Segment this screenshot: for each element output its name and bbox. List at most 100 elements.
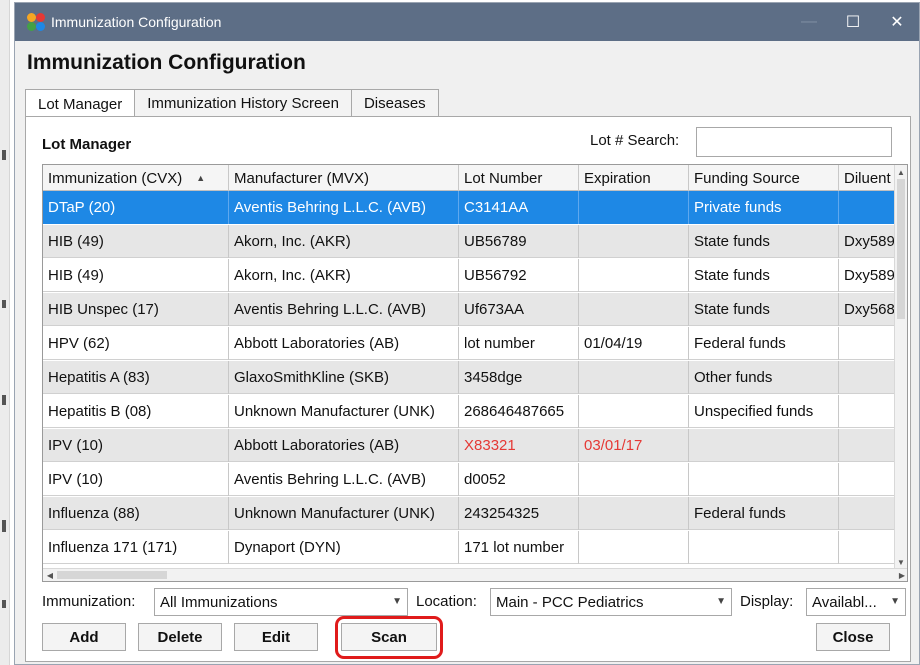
close-window-button[interactable]: ✕ xyxy=(875,3,919,41)
table-row[interactable]: DTaP (20) Aventis Behring L.L.C. (AVB) C31… xyxy=(43,191,907,224)
cell-lot-number: UB56789 xyxy=(459,225,579,258)
scroll-down-icon[interactable]: ▼ xyxy=(895,555,907,569)
cell-diluent xyxy=(839,395,895,428)
scroll-left-icon[interactable]: ◀ xyxy=(43,569,57,581)
page-title: Immunization Configuration xyxy=(27,51,306,74)
tab-immunization-history-screen[interactable]: Immunization History Screen xyxy=(134,89,352,117)
location-filter-label: Location: xyxy=(416,593,477,610)
cell-immunization: HPV (62) xyxy=(43,327,229,360)
cell-manufacturer: Abbott Laboratories (AB) xyxy=(229,429,459,462)
cell-diluent xyxy=(839,497,895,530)
cell-manufacturer: GlaxoSmithKline (SKB) xyxy=(229,361,459,394)
display-filter-select[interactable]: Availabl... ▼ xyxy=(806,588,906,616)
column-header-expiration[interactable]: Expiration xyxy=(579,165,689,191)
horizontal-scroll-thumb[interactable] xyxy=(57,571,167,579)
cell-funding-source: State funds xyxy=(689,259,839,292)
app-logo-icon xyxy=(27,13,45,31)
cell-immunization: Hepatitis A (83) xyxy=(43,361,229,394)
close-icon: ✕ xyxy=(890,14,904,31)
cell-lot-number: X83321 xyxy=(459,429,579,462)
cell-lot-number: UB56792 xyxy=(459,259,579,292)
column-header-label: Immunization (CVX) xyxy=(48,169,183,187)
tab-lot-manager[interactable]: Lot Manager xyxy=(25,89,136,118)
table-row[interactable]: HIB (49) Akorn, Inc. (AKR) UB56792 State fu… xyxy=(43,259,907,292)
cell-funding-source xyxy=(689,463,839,496)
cell-manufacturer: Dynaport (DYN) xyxy=(229,531,459,564)
close-button[interactable]: Close xyxy=(816,623,890,651)
cell-expiration xyxy=(579,497,689,530)
cell-immunization: HIB (49) xyxy=(43,259,229,292)
column-header-immunization[interactable]: Immunization (CVX) ▲ xyxy=(43,165,229,191)
table-row[interactable]: HIB Unspec (17) Aventis Behring L.L.C. (A… xyxy=(43,293,907,326)
horizontal-scrollbar[interactable]: ◀ ▶ xyxy=(43,568,907,581)
table-row[interactable]: Influenza (88) Unknown Manufacturer (UNK)… xyxy=(43,497,907,530)
scroll-right-icon[interactable]: ▶ xyxy=(895,569,907,581)
table-row[interactable]: HPV (62) Abbott Laboratories (AB) lot numb… xyxy=(43,327,907,360)
minimize-button[interactable]: — xyxy=(787,3,831,41)
cell-immunization: Influenza 171 (171) xyxy=(43,531,229,564)
table-row[interactable]: IPV (10) Aventis Behring L.L.C. (AVB) d005… xyxy=(43,463,907,496)
cell-manufacturer: Unknown Manufacturer (UNK) xyxy=(229,395,459,428)
vertical-scrollbar[interactable]: ▲ ▼ xyxy=(894,165,907,569)
add-button[interactable]: Add xyxy=(42,623,126,651)
filter-bar: Immunization: All Immunizations ▼ Locati… xyxy=(42,588,908,616)
tab-diseases[interactable]: Diseases xyxy=(350,89,439,117)
immunization-filter-select[interactable]: All Immunizations ▼ xyxy=(154,588,408,616)
title-bar[interactable]: Immunization Configuration — ☐ ✕ xyxy=(15,3,919,41)
cell-diluent xyxy=(839,463,895,496)
chevron-down-icon: ▼ xyxy=(392,596,402,607)
cell-immunization: IPV (10) xyxy=(43,429,229,462)
cell-funding-source: State funds xyxy=(689,293,839,326)
table-row[interactable]: HIB (49) Akorn, Inc. (AKR) UB56789 State fu… xyxy=(43,225,907,258)
lot-search-input[interactable] xyxy=(696,127,892,157)
cell-manufacturer: Abbott Laboratories (AB) xyxy=(229,327,459,360)
edit-button[interactable]: Edit xyxy=(234,623,318,651)
cell-expiration xyxy=(579,463,689,496)
cell-expiration: 01/04/19 xyxy=(579,327,689,360)
cell-diluent xyxy=(839,191,895,224)
cell-diluent: Dxy589 xyxy=(844,267,895,284)
cell-manufacturer: Akorn, Inc. (AKR) xyxy=(229,259,459,292)
table-row[interactable]: Hepatitis B (08) Unknown Manufacturer (UN… xyxy=(43,395,907,428)
column-header-manufacturer[interactable]: Manufacturer (MVX) xyxy=(229,165,459,191)
table-row[interactable]: Hepatitis A (83) GlaxoSmithKline (SKB) 345… xyxy=(43,361,907,394)
cell-diluent xyxy=(839,429,895,462)
location-filter-select[interactable]: Main - PCC Pediatrics ▼ xyxy=(490,588,732,616)
vertical-scroll-thumb[interactable] xyxy=(897,179,905,319)
table-row[interactable]: Influenza 171 (171) Dynaport (DYN) 171 lot… xyxy=(43,531,907,564)
cell-funding-source: Federal funds xyxy=(689,327,839,360)
immunization-configuration-window: Immunization Configuration — ☐ ✕ Immuniz… xyxy=(14,2,920,665)
cell-expiration xyxy=(579,395,689,428)
display-filter-value: Availabl... xyxy=(812,593,877,611)
table-row[interactable]: IPV (10) Abbott Laboratories (AB) X83321 03… xyxy=(43,429,907,462)
column-header-lot-number[interactable]: Lot Number xyxy=(459,165,579,191)
chevron-down-icon: ▼ xyxy=(716,596,726,607)
lot-manager-panel: Lot Manager Lot # Search: Immunization (… xyxy=(25,116,911,662)
scroll-up-icon[interactable]: ▲ xyxy=(895,165,907,179)
window-title: Immunization Configuration xyxy=(51,14,222,30)
cell-immunization: HIB Unspec (17) xyxy=(43,293,229,326)
cell-manufacturer: Aventis Behring L.L.C. (AVB) xyxy=(229,463,459,496)
location-filter-value: Main - PCC Pediatrics xyxy=(496,593,644,611)
cell-immunization: IPV (10) xyxy=(43,463,229,496)
cell-immunization: DTaP (20) xyxy=(43,191,229,224)
cell-funding-source: Federal funds xyxy=(689,497,839,530)
cell-immunization: Hepatitis B (08) xyxy=(43,395,229,428)
maximize-button[interactable]: ☐ xyxy=(831,3,875,41)
column-header-diluent[interactable]: Diluent xyxy=(839,165,895,191)
cell-diluent: Dxy568 xyxy=(844,301,895,318)
cell-funding-source: Other funds xyxy=(689,361,839,394)
cell-funding-source: State funds xyxy=(689,225,839,258)
lot-search-label: Lot # Search: xyxy=(590,132,680,149)
cell-manufacturer: Akorn, Inc. (AKR) xyxy=(229,225,459,258)
cell-immunization: Influenza (88) xyxy=(43,497,229,530)
display-filter-label: Display: xyxy=(740,593,794,610)
sort-ascending-icon: ▲ xyxy=(196,173,206,183)
cell-funding-source xyxy=(689,531,839,564)
cell-funding-source: Unspecified funds xyxy=(689,395,839,428)
cell-expiration xyxy=(579,531,689,564)
delete-button[interactable]: Delete xyxy=(138,623,222,651)
cell-lot-number: Uf673AA xyxy=(459,293,579,326)
column-header-funding-source[interactable]: Funding Source xyxy=(689,165,839,191)
cell-lot-number: C3141AA xyxy=(459,191,579,224)
